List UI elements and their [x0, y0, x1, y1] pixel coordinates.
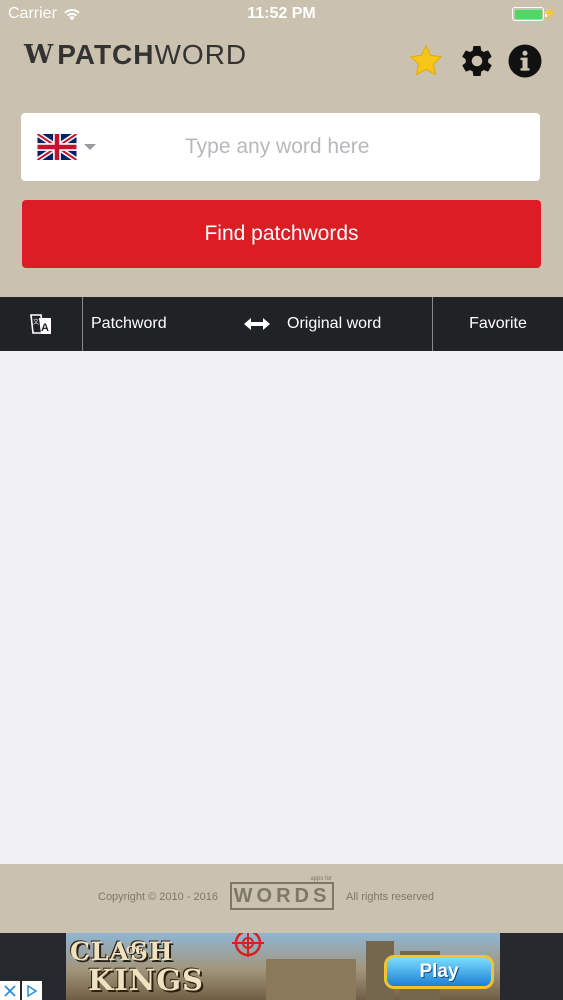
ad-area: CLASH OF KINGS Play [0, 933, 563, 1000]
rights-text: All rights reserved [346, 891, 435, 903]
settings-button[interactable] [458, 42, 496, 80]
ad-title-of: OF [126, 944, 144, 957]
ad-title-line2: KINGS [88, 963, 204, 997]
translate-icon: A 文 [30, 314, 51, 334]
results-list [0, 351, 563, 864]
translate-button[interactable]: A 文 [0, 297, 83, 351]
language-selector[interactable] [37, 134, 97, 160]
logo-word-text: WORD [154, 39, 248, 70]
logo-patch-text: PATCH [57, 39, 155, 70]
copyright-text: Copyright © 2010 - 2016 [98, 891, 219, 903]
column-header-bar: A 文 Patchword Original word Favorite [0, 297, 563, 351]
favorite-column-header[interactable]: Favorite [433, 297, 563, 351]
info-icon [508, 44, 542, 78]
original-word-column-header[interactable]: Original word [287, 297, 381, 351]
ad-play-button[interactable]: Play [384, 955, 494, 989]
svg-text:A: A [41, 322, 49, 334]
footer: Copyright © 2010 - 2016 apps for WORDS A… [0, 864, 563, 933]
status-time: 11:52 PM [247, 5, 316, 22]
crosshair-icon [232, 933, 264, 957]
chevron-down-icon [84, 144, 96, 150]
find-patchwords-button[interactable]: Find patchwords [22, 200, 541, 268]
swap-button[interactable] [244, 297, 270, 351]
star-icon [409, 44, 443, 76]
svg-text:文: 文 [33, 318, 39, 326]
ad-title-line1: CLASH [70, 937, 174, 966]
info-button[interactable] [506, 42, 544, 80]
words-logo[interactable]: apps for WORDS [230, 876, 334, 916]
words-logo-text: WORDS [230, 882, 334, 910]
favorites-button[interactable] [407, 42, 445, 80]
search-box [21, 113, 540, 181]
patchword-column-header[interactable]: Patchword [91, 297, 167, 351]
search-input[interactable] [141, 123, 531, 171]
gear-icon [462, 46, 492, 77]
swap-arrows-icon [244, 318, 270, 330]
logo-mark: W [24, 40, 53, 70]
status-bar: Carrier 11:52 PM ⚡ [0, 0, 563, 30]
app-logo: W PATCH WORD [24, 38, 247, 72]
ad-choices-icon[interactable] [22, 981, 42, 1000]
ad-close-icon[interactable] [0, 981, 20, 1000]
uk-flag-icon [37, 134, 77, 160]
ad-banner[interactable]: CLASH OF KINGS Play [66, 933, 500, 1000]
charging-bolt-icon: ⚡ [542, 6, 557, 20]
